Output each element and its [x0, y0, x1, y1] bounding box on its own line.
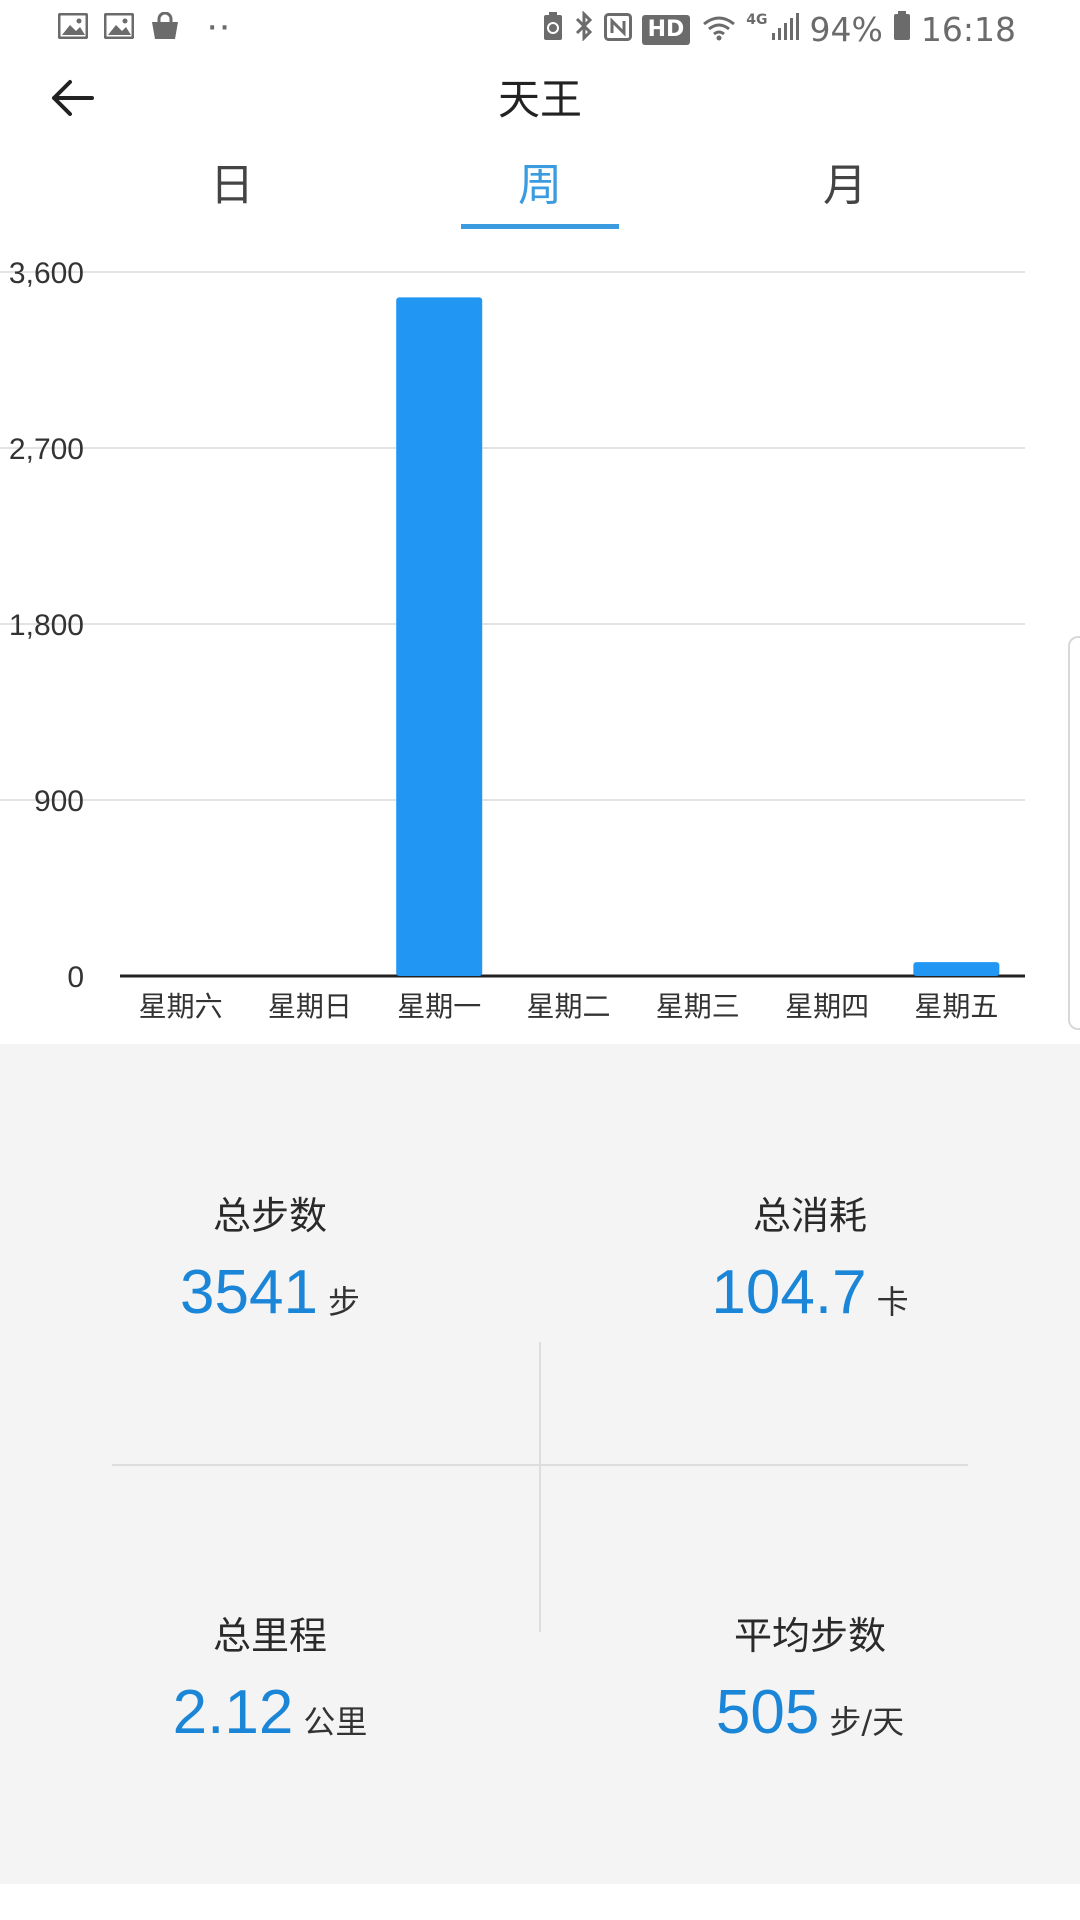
image-icon	[57, 12, 89, 43]
battery-saver-icon	[542, 10, 564, 49]
bar-chart: 0 900 1,800 2,700 3,600 星期六 星期日 星期一 星期二 星期三 星期四 星期五	[0, 232, 1080, 1044]
stat-label: 平均步数	[733, 1614, 886, 1658]
x-tick-label: 星期五	[914, 990, 998, 1023]
active-tab-indicator	[461, 224, 619, 229]
stat-label: 总步数	[212, 1194, 327, 1238]
battery-icon	[893, 10, 911, 49]
y-tick-label: 1,800	[9, 609, 84, 642]
image-icon	[103, 12, 135, 43]
stat-unit: 卡	[876, 1283, 909, 1321]
stat-value: 2.12	[172, 1678, 294, 1747]
x-tick-label: 星期四	[785, 990, 869, 1023]
app-header: 天王	[0, 60, 1080, 140]
clock-time: 16:18	[920, 10, 1016, 49]
stat-value: 505	[715, 1678, 820, 1747]
x-tick-label: 星期六	[139, 990, 223, 1023]
page-title: 天王	[497, 75, 582, 124]
stat-unit: 步	[327, 1283, 360, 1321]
nfc-icon	[603, 10, 632, 49]
x-tick-label: 星期一	[397, 990, 481, 1023]
tab-week[interactable]: 周	[440, 140, 640, 232]
more-dots-icon: ··	[208, 15, 233, 41]
bar	[913, 962, 1000, 976]
divider-vertical	[539, 1342, 541, 1632]
edge-panel-handle[interactable]	[1068, 636, 1080, 1030]
x-tick-label: 星期三	[656, 990, 740, 1023]
y-tick-label: 3,600	[9, 257, 84, 290]
stat-value: 104.7	[711, 1258, 867, 1327]
signal-icon	[770, 10, 800, 49]
stat-label: 总消耗	[752, 1194, 867, 1238]
x-tick-label: 星期日	[268, 990, 352, 1023]
stat-unit: 公里	[303, 1703, 368, 1741]
stat-total-distance: 总里程 2.12 公里	[0, 1610, 540, 1763]
status-bar-right: HD 4G 94% 16:18	[542, 10, 1016, 49]
stat-value: 3541	[180, 1258, 318, 1327]
bar	[396, 297, 483, 976]
weekly-steps-chart: 0 900 1,800 2,700 3,600 星期六 星期日 星期一 星期二 星期三 星期四 星期五	[0, 232, 1080, 1044]
x-tick-label: 星期二	[526, 990, 610, 1023]
bluetooth-icon	[574, 10, 594, 49]
y-tick-label: 0	[67, 961, 84, 994]
stats-panel: 总步数 3541 步 总消耗 104.7 卡 总里程 2.12 公里 平均步数 505…	[0, 1044, 1080, 1884]
stat-total-steps: 总步数 3541 步	[0, 1190, 540, 1343]
tab-month[interactable]: 月	[745, 140, 945, 232]
tab-day[interactable]: 日	[132, 140, 332, 232]
stat-total-consumption: 总消耗 104.7 卡	[540, 1190, 1080, 1343]
period-tabs: 日 周 月	[0, 140, 1080, 232]
battery-percent: 94%	[809, 10, 883, 49]
wifi-icon	[702, 10, 736, 49]
status-bar-left: ··	[57, 11, 233, 44]
y-tick-label: 2,700	[9, 433, 84, 466]
stat-label: 总里程	[212, 1614, 327, 1658]
shopping-bag-icon	[150, 11, 180, 44]
stat-unit: 步/天	[829, 1703, 905, 1741]
y-tick-label: 900	[34, 785, 84, 818]
hd-badge: HD	[641, 14, 691, 45]
stat-average-steps: 平均步数 505 步/天	[540, 1610, 1080, 1763]
chart-svg: 0 900 1,800 2,700 3,600 星期六 星期日 星期一 星期二 星期三 星期四 星期五	[0, 257, 1025, 1023]
status-bar: ·· HD 4G 94% 16:18	[0, 0, 1080, 60]
4g-icon: 4G	[746, 11, 768, 28]
